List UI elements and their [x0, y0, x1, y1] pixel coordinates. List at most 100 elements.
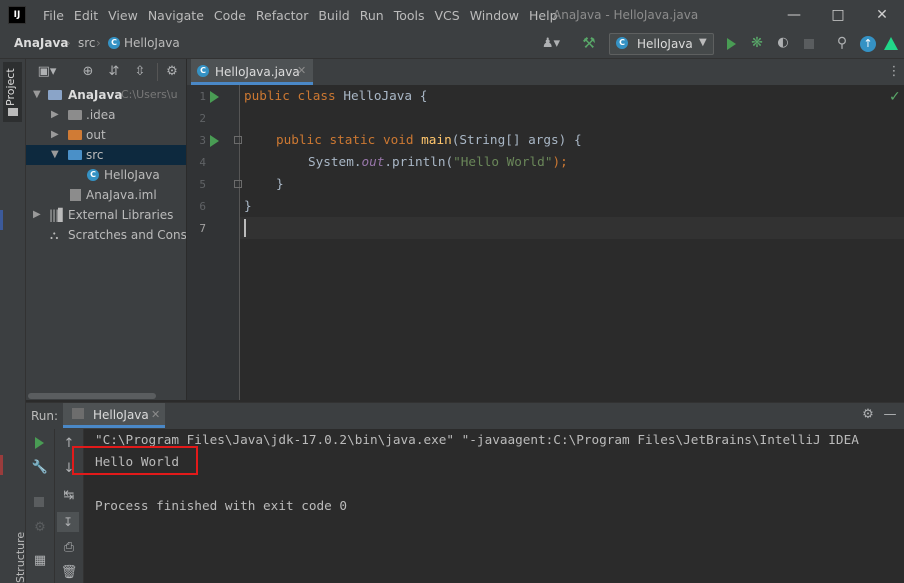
menu-tools[interactable]: Tools	[389, 8, 430, 23]
folder-icon	[8, 108, 18, 116]
close-icon[interactable]: ✕	[860, 4, 904, 26]
tree-item-label: Scratches and Consoles	[68, 228, 186, 242]
editor-gutter	[187, 85, 240, 400]
code-line-3: public static void main(String[] args) {	[276, 132, 582, 147]
text-caret	[244, 219, 246, 237]
run-tab-hellojava[interactable]: HelloJava ✕	[63, 403, 165, 428]
menu-refactor[interactable]: Refactor	[251, 8, 313, 23]
tree-root-path: C:\Users\u	[121, 88, 178, 101]
chevron-right-icon: ▶	[51, 129, 59, 140]
close-tab-icon[interactable]: ✕	[151, 408, 160, 421]
left-tool-strip	[0, 59, 26, 583]
breadcrumb-project[interactable]: AnaJava	[14, 36, 68, 50]
run-config-select[interactable]: C HelloJava ▼	[609, 33, 714, 55]
project-horizontal-scrollbar[interactable]	[26, 392, 186, 400]
library-icon: |||▌	[49, 208, 67, 222]
run-class-gutter-icon[interactable]	[210, 91, 219, 103]
wrench-icon[interactable]: 🔧	[31, 460, 49, 476]
rerun-icon[interactable]	[35, 437, 44, 449]
keyword: public	[276, 132, 322, 147]
menu-edit[interactable]: Edit	[69, 8, 103, 23]
tab-label: HelloJava.java	[215, 65, 300, 79]
expand-all-icon[interactable]: ⇵	[106, 64, 122, 80]
java-class-icon: C	[616, 37, 628, 49]
stop-icon[interactable]	[804, 39, 814, 49]
close-tab-icon[interactable]: ✕	[297, 64, 306, 77]
project-tree: ▼ AnaJava C:\Users\u ▶ .idea ▶ out ▼ src…	[26, 85, 186, 400]
build-hammer-icon[interactable]: ⚒	[580, 35, 598, 51]
tree-item-external-libraries[interactable]: ▶ |||▌ External Libraries	[26, 205, 186, 225]
print-icon[interactable]: ⎙	[60, 540, 78, 556]
tab-hellojava[interactable]: C HelloJava.java ✕	[191, 59, 313, 85]
tree-item-label: External Libraries	[68, 208, 174, 222]
tree-item-hellojava[interactable]: C HelloJava	[26, 165, 186, 185]
menu-view[interactable]: View	[103, 8, 143, 23]
tree-item-label: src	[86, 148, 104, 162]
fold-icon[interactable]	[234, 180, 242, 188]
trash-icon[interactable]: 🗑	[60, 565, 78, 581]
collapse-all-icon[interactable]: ⇳	[132, 64, 148, 80]
soft-wrap-icon[interactable]: ↹	[60, 488, 78, 504]
locate-icon[interactable]: ⊕	[80, 64, 96, 80]
folder-icon	[68, 110, 82, 120]
gear-icon[interactable]: ⚙	[164, 64, 180, 80]
code-line-5: }	[276, 176, 284, 191]
coverage-icon[interactable]: ◐	[774, 35, 792, 51]
tree-root-label: AnaJava	[68, 88, 123, 102]
line-number: 3	[199, 134, 206, 147]
side-marker	[0, 210, 3, 230]
run-main-gutter-icon[interactable]	[210, 135, 219, 147]
breadcrumb-src[interactable]: src	[78, 36, 96, 50]
layout-icon[interactable]: ▦	[31, 553, 49, 569]
java-class-icon: C	[87, 169, 99, 181]
tree-item-label: HelloJava	[104, 168, 160, 182]
keyword: class	[297, 88, 336, 103]
more-tabs-icon[interactable]: ⋮	[887, 64, 901, 80]
minimize-icon[interactable]: —	[772, 4, 816, 26]
method-name: main	[421, 132, 452, 147]
line-number: 7	[199, 222, 206, 235]
stop-icon[interactable]	[34, 497, 44, 507]
menu-code[interactable]: Code	[209, 8, 251, 23]
tree-item-src[interactable]: ▼ src	[26, 145, 186, 165]
tree-item-out[interactable]: ▶ out	[26, 125, 186, 145]
menu-navigate[interactable]: Navigate	[143, 8, 209, 23]
menu-file[interactable]: File	[38, 8, 69, 23]
scroll-to-end-icon[interactable]: ↧	[57, 512, 79, 532]
line-number: 4	[199, 156, 206, 169]
run-icon[interactable]	[727, 38, 736, 50]
breadcrumb-file[interactable]: HelloJava	[124, 36, 180, 50]
debug-icon[interactable]: ❋	[748, 35, 766, 51]
line-number: 5	[199, 178, 206, 191]
java-class-icon: C	[197, 65, 209, 77]
breadcrumb-separator-icon: ›	[66, 36, 71, 50]
user-icon[interactable]: ♟▾	[538, 36, 564, 52]
scrollbar-thumb[interactable]	[28, 393, 156, 399]
keyword: static	[329, 132, 376, 147]
menu-build[interactable]: Build	[313, 8, 354, 23]
keyword: void	[382, 132, 414, 147]
view-mode-icon[interactable]: ▣▾	[36, 64, 58, 80]
run-toolbar-left: 🔧 ⚙ ▦	[26, 429, 55, 583]
update-icon[interactable]: ↑	[860, 36, 876, 52]
search-icon[interactable]: ⚲	[833, 35, 851, 51]
tree-item-iml[interactable]: AnaJava.iml	[26, 185, 186, 205]
line-number: 6	[199, 200, 206, 213]
jetbrains-toolbox-icon[interactable]	[884, 37, 898, 50]
hide-panel-icon[interactable]: —	[882, 407, 898, 423]
settings-icon[interactable]: ⚙	[31, 520, 49, 536]
tree-item-root[interactable]: ▼ AnaJava C:\Users\u	[26, 85, 186, 105]
fold-icon[interactable]	[234, 136, 242, 144]
tree-item-idea[interactable]: ▶ .idea	[26, 105, 186, 125]
tree-item-label: AnaJava.iml	[86, 188, 157, 202]
maximize-icon[interactable]: □	[816, 4, 860, 26]
chevron-right-icon: ▶	[33, 209, 41, 220]
inspection-ok-icon[interactable]: ✓	[889, 89, 901, 105]
menu-window[interactable]: Window	[465, 8, 524, 23]
side-marker	[0, 455, 3, 475]
menu-vcs[interactable]: VCS	[430, 8, 465, 23]
gear-icon[interactable]: ⚙	[860, 407, 876, 423]
tree-item-scratches[interactable]: ⛬ Scratches and Consoles	[26, 225, 186, 245]
menu-run[interactable]: Run	[355, 8, 389, 23]
breadcrumb-separator-icon: ›	[96, 36, 101, 50]
